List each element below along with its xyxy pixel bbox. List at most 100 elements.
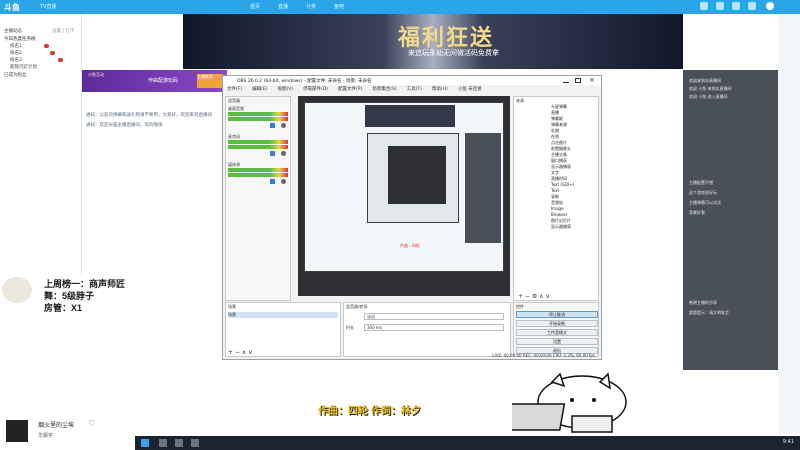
obs-titlebar[interactable]: OBS 26.0.2 (64-bit, windows) - 配置文件: 未命名… xyxy=(223,76,601,85)
volume-meter xyxy=(228,140,288,144)
message-icon[interactable] xyxy=(700,2,708,10)
list-item[interactable]: 排名3 xyxy=(10,57,22,63)
volume-meter xyxy=(228,173,288,177)
chat-message: 感谢主播的分享 xyxy=(689,300,717,305)
mixer-title: 混音器 xyxy=(228,98,240,103)
gear-icon[interactable] xyxy=(281,179,286,184)
list-item[interactable]: 已成为粉丝 xyxy=(4,72,27,78)
gear-icon[interactable] xyxy=(281,123,286,128)
start-icon[interactable] xyxy=(141,439,149,447)
transitions-title: 混音器/转场 xyxy=(346,304,368,309)
close-icon[interactable]: × xyxy=(589,76,595,84)
rank-overlay: 上周榜一：商声师匠 舞：5级脖子 房管：X1 xyxy=(0,275,160,315)
rank-line: 房管：X1 xyxy=(44,303,83,313)
list-item[interactable]: 超管闪灯计划 xyxy=(10,64,37,70)
transition-select[interactable]: 淡出 xyxy=(364,313,504,320)
top-nav-tabs: 首页 直播 分类 鱼吧 xyxy=(250,3,344,10)
obs-status-text: LIVE: 00:00:00 REC: 00:00:00 CPU: 2.3%, … xyxy=(492,353,595,358)
list-item[interactable]: 排名2 xyxy=(10,50,22,56)
heart-icon xyxy=(58,58,63,62)
chat-message: 欢迎来到本直播间 xyxy=(689,78,721,83)
volume-meter xyxy=(228,168,288,172)
obs-title: OBS 26.0.2 (64-bit, windows) - 配置文件: 未命名… xyxy=(237,79,372,84)
speaker-icon[interactable] xyxy=(270,179,275,184)
obs-window: OBS 26.0.2 (64-bit, windows) - 配置文件: 未命名… xyxy=(222,75,602,360)
gear-icon[interactable] xyxy=(281,151,286,156)
bongo-cat-icon xyxy=(502,372,627,433)
minimize-icon[interactable] xyxy=(563,78,569,83)
tab-fishbar[interactable]: 鱼吧 xyxy=(334,3,344,10)
obs-status-bar: LIVE: 00:00:00 REC: 00:00:00 CPU: 2.3%, … xyxy=(223,352,601,360)
taskbar-app-icon[interactable] xyxy=(175,439,183,447)
windows-taskbar: 9:41 xyxy=(135,436,800,450)
tab-live[interactable]: 直播 xyxy=(278,3,288,10)
speaker-icon[interactable] xyxy=(270,123,275,128)
volume-meter xyxy=(228,112,288,116)
list-item[interactable]: 场景 xyxy=(228,312,338,318)
download-icon[interactable] xyxy=(732,2,740,10)
promo-banner[interactable]: 福利狂送 来追玩永劫无间微活码免费拿 xyxy=(183,14,683,69)
volume-meter xyxy=(228,117,288,121)
panel-header-actions[interactable]: 设置 | 打卡 xyxy=(52,28,74,34)
list-item[interactable]: 排名1 xyxy=(10,43,22,49)
menu-edit[interactable]: 编辑(E) xyxy=(252,86,267,94)
menu-help[interactable]: 帮助(H) xyxy=(432,86,448,94)
avatar[interactable] xyxy=(766,2,774,10)
list-item[interactable]: Text xyxy=(551,188,559,193)
menu-scene-collection[interactable]: 场景集合(S) xyxy=(372,86,396,94)
tab-category[interactable]: 分类 xyxy=(306,3,316,10)
taskbar-app-icon[interactable] xyxy=(159,439,167,447)
chat-message: 这个游戏很好玩 xyxy=(689,190,717,195)
panel-header: 主播动态 xyxy=(4,29,22,34)
preview-screen: 作曲 · 四轮 xyxy=(304,102,504,272)
audio-mixer-panel: 混音器 桌面音频 麦克风 媒体源 xyxy=(225,96,291,301)
song-artist: 华晨宇 xyxy=(38,433,54,439)
site-logo[interactable]: 斗鱼 xyxy=(4,2,20,13)
gift-icon[interactable] xyxy=(748,2,756,10)
settings-button[interactable]: 设置 xyxy=(516,338,598,345)
maximize-icon[interactable] xyxy=(575,78,581,83)
strip-center-label[interactable]: 作曲配游玩码 xyxy=(148,77,178,84)
strip-left-label: 小鱼互动 xyxy=(88,72,104,77)
notice-line: 通知：欢迎光临主播直播间，玩的愉快 xyxy=(86,123,163,128)
chat-message: 主播配置不错 xyxy=(689,180,713,185)
strip-badge[interactable]: 主播推荐 xyxy=(197,74,223,88)
chat-panel: 欢迎来到本直播间 欢迎 小鱼 来到本直播间 欢迎 小鱼 进入直播间 主播配置不错… xyxy=(683,70,778,370)
menu-view[interactable]: 视图(V) xyxy=(277,86,293,94)
bongo-cat-overlay xyxy=(502,372,632,436)
list-item[interactable]: Image xyxy=(551,206,564,211)
chat-message: 欢迎 小鱼 来到本直播间 xyxy=(689,86,732,91)
history-icon[interactable] xyxy=(716,2,724,10)
start-recording-button[interactable]: 开始录制 xyxy=(516,320,598,327)
sources-panel: 来源 众星弹幕 直播 弹幕姬 弹幕来源 礼物 在线 点击图片 前置摄像头 主播头… xyxy=(513,96,599,301)
list-item[interactable]: Text (GDI+) xyxy=(551,182,574,187)
obs-preview[interactable]: 作曲 · 四轮 xyxy=(298,96,510,296)
stop-streaming-button[interactable]: 停止推流 xyxy=(516,311,598,318)
album-art xyxy=(6,420,28,442)
obs-menu-bar: 文件(F) 编辑(E) 视图(V) 停靠部件(D) 配置文件(P) 场景集合(S… xyxy=(223,86,601,94)
cat-avatar-icon xyxy=(2,277,32,303)
right-toolbar xyxy=(778,14,800,434)
menu-file[interactable]: 文件(F) xyxy=(227,86,242,94)
menu-tools[interactable]: 工具(T) xyxy=(407,86,422,94)
taskbar-app-icon[interactable] xyxy=(191,439,199,447)
top-navigation-bar: 斗鱼 TV直播 首页 直播 分类 鱼吧 xyxy=(0,0,800,14)
studio-mode-button[interactable]: 工作室模式 xyxy=(516,329,598,336)
menu-profile[interactable]: 配置文件(P) xyxy=(338,86,362,94)
speaker-icon[interactable] xyxy=(270,151,275,156)
interaction-strip: 小鱼互动 作曲配游玩码 主播推荐 xyxy=(82,70,227,92)
preview-caption: 作曲 · 四轮 xyxy=(400,243,420,248)
list-item[interactable]: Browser xyxy=(551,212,567,217)
music-player: 烟火里的尘埃 华晨宇 ♡ xyxy=(0,414,135,450)
heart-icon xyxy=(44,44,49,48)
menu-plugin[interactable]: 小鱼 未连接 xyxy=(458,86,482,94)
controls-panel: 控件 停止推流 开始录制 工作室模式 设置 退出 xyxy=(513,302,599,357)
tab-home[interactable]: 首页 xyxy=(250,3,260,10)
heart-icon xyxy=(50,51,55,55)
duration-input[interactable]: 300 ms xyxy=(364,324,504,331)
add-source-button[interactable]: + − ⚙ ∧ ∨ xyxy=(518,293,550,300)
like-heart-icon[interactable]: ♡ xyxy=(88,419,95,428)
sources-title: 来源 xyxy=(516,98,524,103)
menu-docks[interactable]: 停靠部件(D) xyxy=(303,86,328,94)
list-item[interactable]: 显示器捕获 xyxy=(551,224,571,230)
